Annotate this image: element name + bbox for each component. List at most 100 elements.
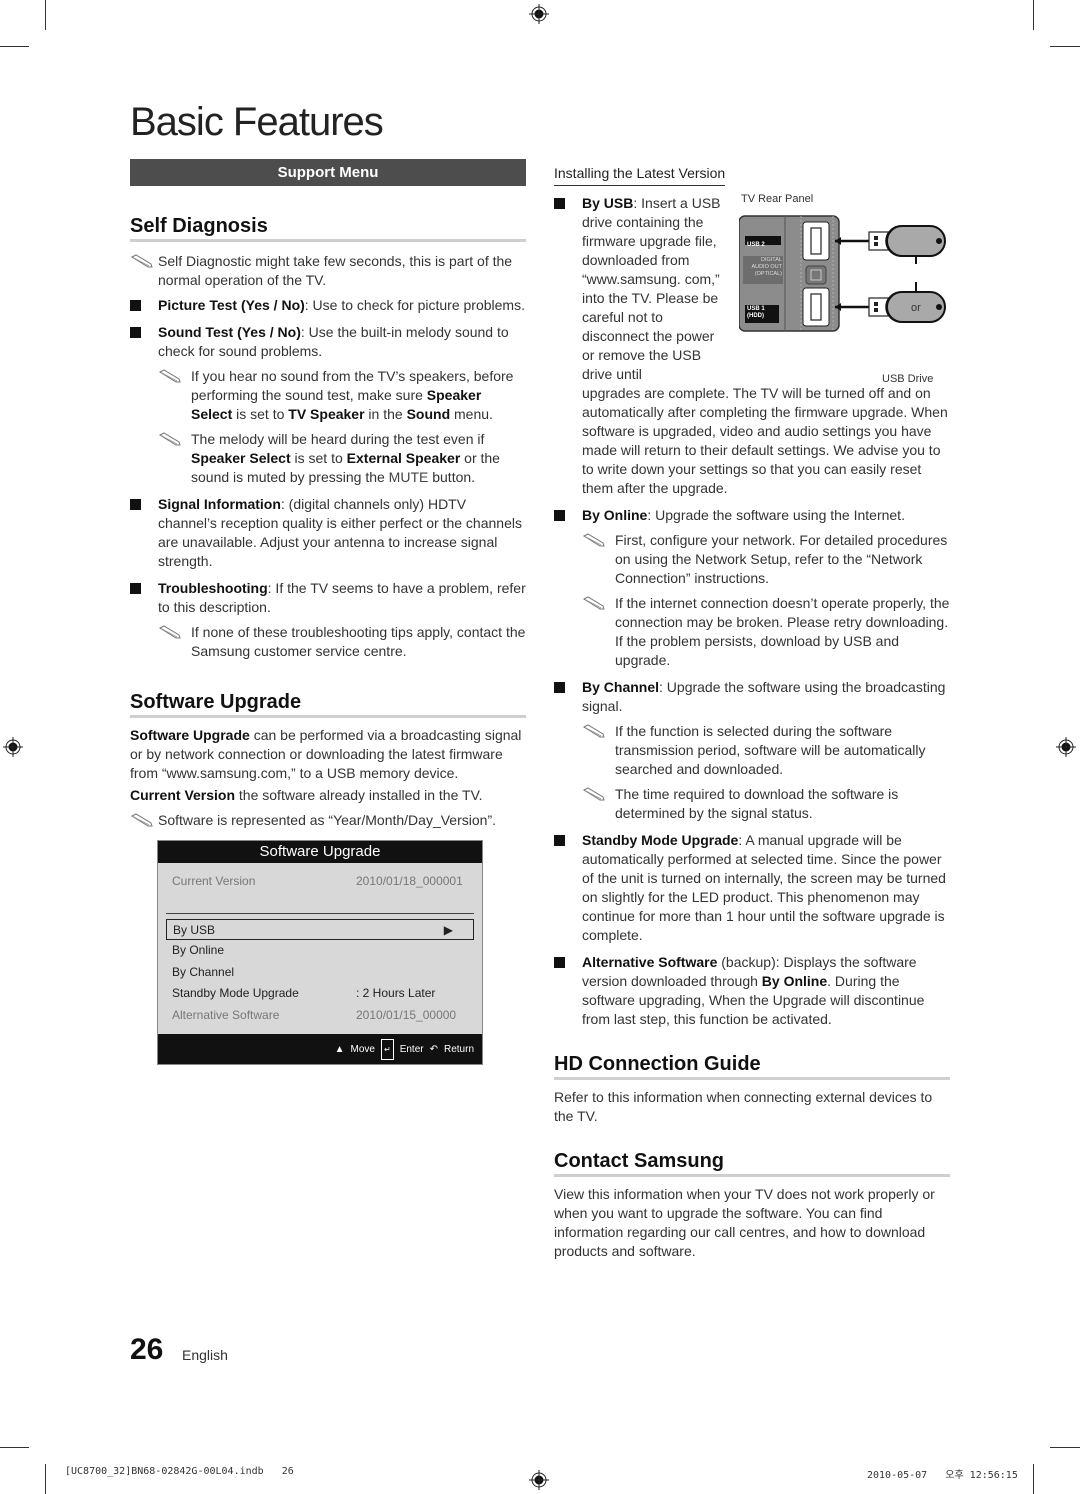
pencil-note-icon <box>582 533 605 547</box>
return-icon: ↶ <box>429 1043 438 1055</box>
note-text: is set to <box>232 406 289 422</box>
crop-mark <box>1033 1464 1034 1494</box>
note: Self Diagnostic might take few seconds, … <box>130 252 526 290</box>
bullet-square-icon <box>554 510 565 521</box>
item-label: Sound Test (Yes / No) <box>158 324 301 340</box>
item-label: Troubleshooting <box>158 580 268 596</box>
enter-label: Enter <box>399 1043 424 1055</box>
item-label: By Channel <box>582 679 660 695</box>
note-bold: External Speaker <box>346 450 461 466</box>
pencil-note-icon <box>582 787 605 801</box>
tv-menu-item-by-usb[interactable]: By USB ▶ <box>166 918 474 940</box>
note-bold: TV Speaker <box>288 406 365 422</box>
tv-menu-label: By Channel <box>172 964 235 979</box>
bullet-square-icon <box>130 583 141 594</box>
note-text: If none of these troubleshooting tips ap… <box>191 624 526 659</box>
paragraph: Refer to this information when connectin… <box>554 1089 933 1124</box>
crop-mark <box>1050 1447 1080 1448</box>
by-usb-block: By USB: Insert a USB drive containing th… <box>554 193 950 385</box>
page-title: Basic Features <box>130 100 384 144</box>
note: The melody will be heard during the test… <box>158 430 526 487</box>
left-column: Support Menu Self Diagnosis Self Diagnos… <box>130 159 526 1065</box>
pencil-note-icon <box>130 254 153 268</box>
tv-menu-item-by-online[interactable]: By Online <box>166 940 474 962</box>
tv-menu-label: Current Version <box>172 874 256 888</box>
paragraph: Current Version the software already ins… <box>130 786 526 805</box>
note-text: in the <box>364 406 407 422</box>
tv-menu-item-standby-mode-upgrade[interactable]: Standby Mode Upgrade : 2 Hours Later <box>166 983 474 1005</box>
by-usb-continued: upgrades are complete. The TV will be tu… <box>582 385 948 496</box>
tv-menu-item-alternative-software[interactable]: Alternative Software 2010/01/15_00000 <box>166 1005 474 1027</box>
paragraph: View this information when your TV does … <box>554 1186 935 1259</box>
list-item: By USB: Insert a USB drive containing th… <box>554 194 726 384</box>
play-arrow-icon: ▶ <box>443 922 453 937</box>
tv-menu-label: By Online <box>172 943 225 957</box>
list-item: Sound Test (Yes / No): Use the built-in … <box>130 323 526 361</box>
item-bold: By Online <box>761 973 828 989</box>
paragraph-bold: Current Version <box>130 787 236 803</box>
crop-mark <box>0 46 29 47</box>
usb1-port-label: USB 1 (HDD) <box>747 306 765 320</box>
page-language: English <box>182 1347 228 1363</box>
note-text: button. <box>428 469 476 485</box>
pencil-note-icon <box>582 724 605 738</box>
pencil-note-icon <box>582 596 605 610</box>
self-diagnosis-title: Self Diagnosis <box>130 216 526 242</box>
tv-menu-value: : 2 Hours Later <box>356 986 436 1000</box>
note-text: menu. <box>450 406 493 422</box>
tv-menu-label: Alternative Software <box>172 1007 280 1022</box>
tv-menu-item-by-channel[interactable]: By Channel <box>166 962 474 984</box>
note-text: If the function is selected during the s… <box>615 723 926 777</box>
note: If the internet connection doesn’t opera… <box>582 594 950 670</box>
registration-mark-icon <box>1056 737 1076 757</box>
page-number: 26 <box>130 1333 164 1366</box>
pencil-note-icon <box>158 625 181 639</box>
usb-connection-diagram: TV Rear Panel USB 2 DIGITAL AUDIO OUT (O… <box>739 193 949 385</box>
pencil-note-icon <box>158 432 181 446</box>
crop-mark <box>45 1464 46 1494</box>
software-upgrade-title: Software Upgrade <box>130 692 526 718</box>
usb-drive-label: USB Drive <box>882 373 934 385</box>
digital-audio-out-label: DIGITAL AUDIO OUT (OPTICAL) <box>744 257 782 278</box>
note-text: If the internet connection doesn’t opera… <box>615 595 950 668</box>
move-label: Move <box>350 1043 375 1055</box>
note: First, configure your network. For detai… <box>582 531 950 588</box>
pencil-note-icon <box>158 369 181 383</box>
item-label: Alternative Software <box>582 954 718 970</box>
registration-mark-icon <box>529 1470 549 1490</box>
label-line: (HDD) <box>747 313 764 319</box>
support-menu-header: Support Menu <box>130 159 526 186</box>
note-text: The melody will be heard during the test… <box>191 431 485 447</box>
list-item: Signal Information: (digital channels on… <box>130 495 526 571</box>
paragraph-text: the software already installed in the TV… <box>235 787 483 803</box>
bullet-square-icon <box>554 682 565 693</box>
tv-software-upgrade-menu: Software Upgrade Current Version 2010/01… <box>157 840 483 1065</box>
registration-mark-icon <box>529 4 549 24</box>
or-label: or <box>911 302 921 314</box>
return-label: Return <box>443 1043 474 1055</box>
crop-mark <box>1033 0 1034 30</box>
registration-mark-icon <box>3 737 23 757</box>
footer-filename: [UC8700_32]BN68-02842G-00L04.indb 26 <box>65 1466 294 1477</box>
tv-menu-divider <box>166 912 474 914</box>
item-label: By USB <box>582 195 634 211</box>
bullet-square-icon <box>130 327 141 338</box>
tv-menu-label: Standby Mode Upgrade <box>172 986 299 1000</box>
item-label: Picture Test (Yes / No) <box>158 297 305 313</box>
tv-rear-panel-label: TV Rear Panel <box>741 193 814 205</box>
tv-menu-value: 2010/01/15_00000 <box>356 1007 457 1022</box>
crop-mark <box>0 1447 29 1448</box>
tv-menu-label: By USB <box>173 922 216 937</box>
note: If the function is selected during the s… <box>582 722 950 779</box>
move-arrows-icon: ▲︎ <box>334 1043 345 1055</box>
list-item: By Channel: Upgrade the software using t… <box>554 678 950 716</box>
note-text: First, configure your network. For detai… <box>615 532 948 586</box>
list-item: Troubleshooting: If the TV seems to have… <box>130 579 526 617</box>
bullet-square-icon <box>554 198 565 209</box>
paragraph-bold: Software Upgrade <box>130 727 250 743</box>
note-text: Self Diagnostic might take few seconds, … <box>158 253 513 288</box>
item-label: Signal Information <box>158 496 281 512</box>
note: Software is represented as “Year/Month/D… <box>130 811 526 830</box>
note-bold: MUTE <box>388 469 429 485</box>
note: If you hear no sound from the TV’s speak… <box>158 367 526 424</box>
